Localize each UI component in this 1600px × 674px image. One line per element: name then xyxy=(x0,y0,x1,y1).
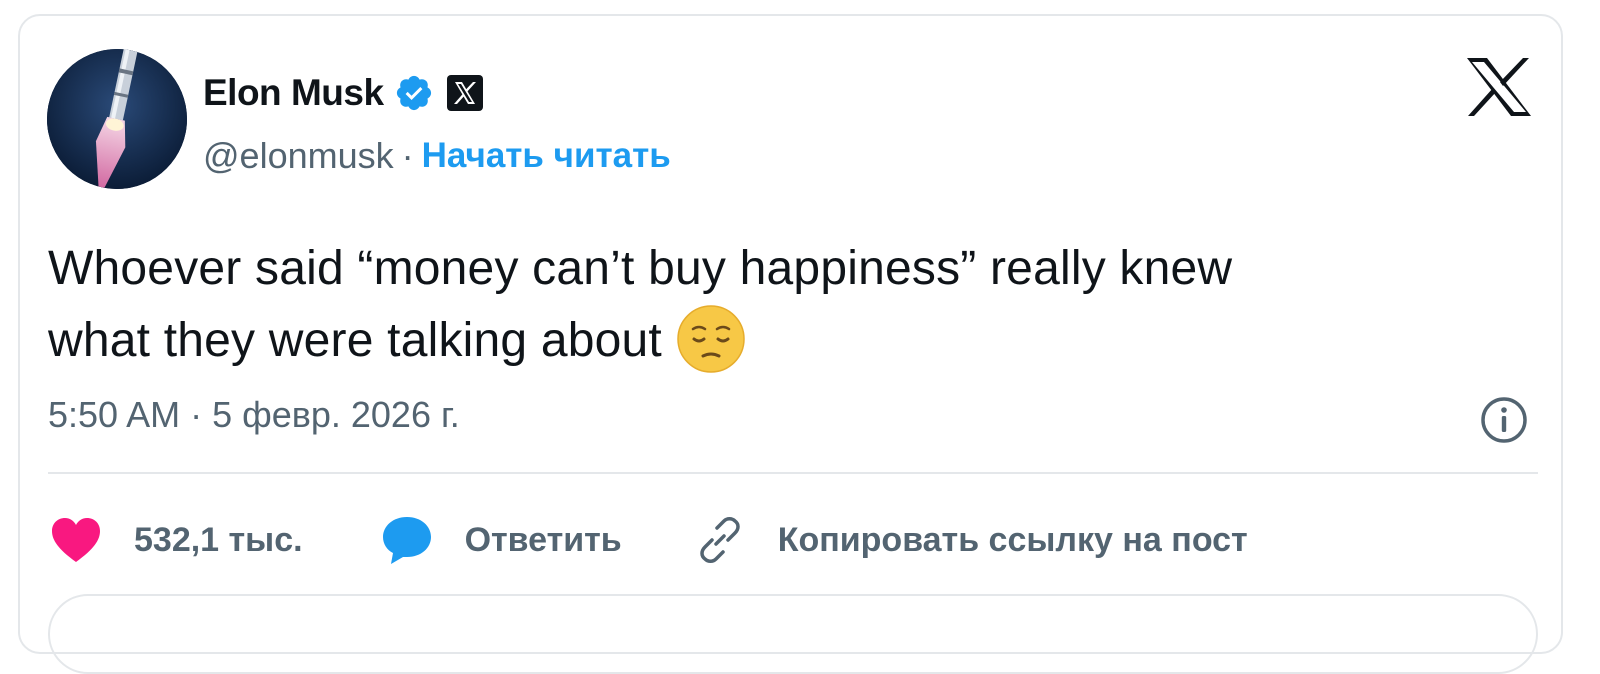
tweet-text: Whoever said “money can’t buy happiness”… xyxy=(48,234,1528,376)
copy-link-label: Копировать ссылку на пост xyxy=(777,520,1248,559)
info-icon[interactable] xyxy=(1478,394,1530,446)
reply-label: Ответить xyxy=(464,520,622,559)
author-name[interactable]: Elon Musk xyxy=(203,72,384,114)
post-timestamp[interactable]: 5:50 AM · 5 февр. 2026 г. xyxy=(48,394,460,436)
avatar-rocket-image xyxy=(47,49,187,189)
verified-badge-icon[interactable] xyxy=(394,73,434,113)
divider xyxy=(48,472,1538,474)
author-name-row: Elon Musk xyxy=(203,68,484,118)
like-count: 532,1 тыс. xyxy=(134,520,303,559)
avatar[interactable] xyxy=(47,49,187,189)
tweet-text-line-1: Whoever said “money can’t buy happiness”… xyxy=(48,242,1233,295)
author-handle-row: @elonmusk · Начать читать xyxy=(203,134,671,178)
heart-icon xyxy=(52,518,100,562)
link-icon xyxy=(699,517,740,563)
pensive-face-emoji xyxy=(677,305,745,373)
tweet-text-line-2: what they were talking about xyxy=(48,314,662,367)
speech-bubble-icon xyxy=(382,517,431,564)
follow-button[interactable]: Начать читать xyxy=(422,136,671,176)
reply-input-box[interactable] xyxy=(48,594,1538,674)
copy-link-button[interactable]: Копировать ссылку на пост xyxy=(692,512,1248,568)
separator-dot: · xyxy=(401,135,414,176)
tweet-text-line-2-wrap: what they were talking about xyxy=(48,304,1528,376)
like-button[interactable]: 532,1 тыс. xyxy=(48,512,303,568)
tweet-card: Elon Musk @elonmusk · Начать читать Whoe… xyxy=(18,14,1563,674)
author-handle[interactable]: @elonmusk xyxy=(203,135,394,177)
action-bar: 532,1 тыс. Ответить Копировать ссылку на… xyxy=(48,510,1248,570)
x-affiliate-badge-icon[interactable] xyxy=(446,74,484,112)
reply-button[interactable]: Ответить xyxy=(379,512,622,568)
x-logo-icon[interactable] xyxy=(1465,56,1533,118)
